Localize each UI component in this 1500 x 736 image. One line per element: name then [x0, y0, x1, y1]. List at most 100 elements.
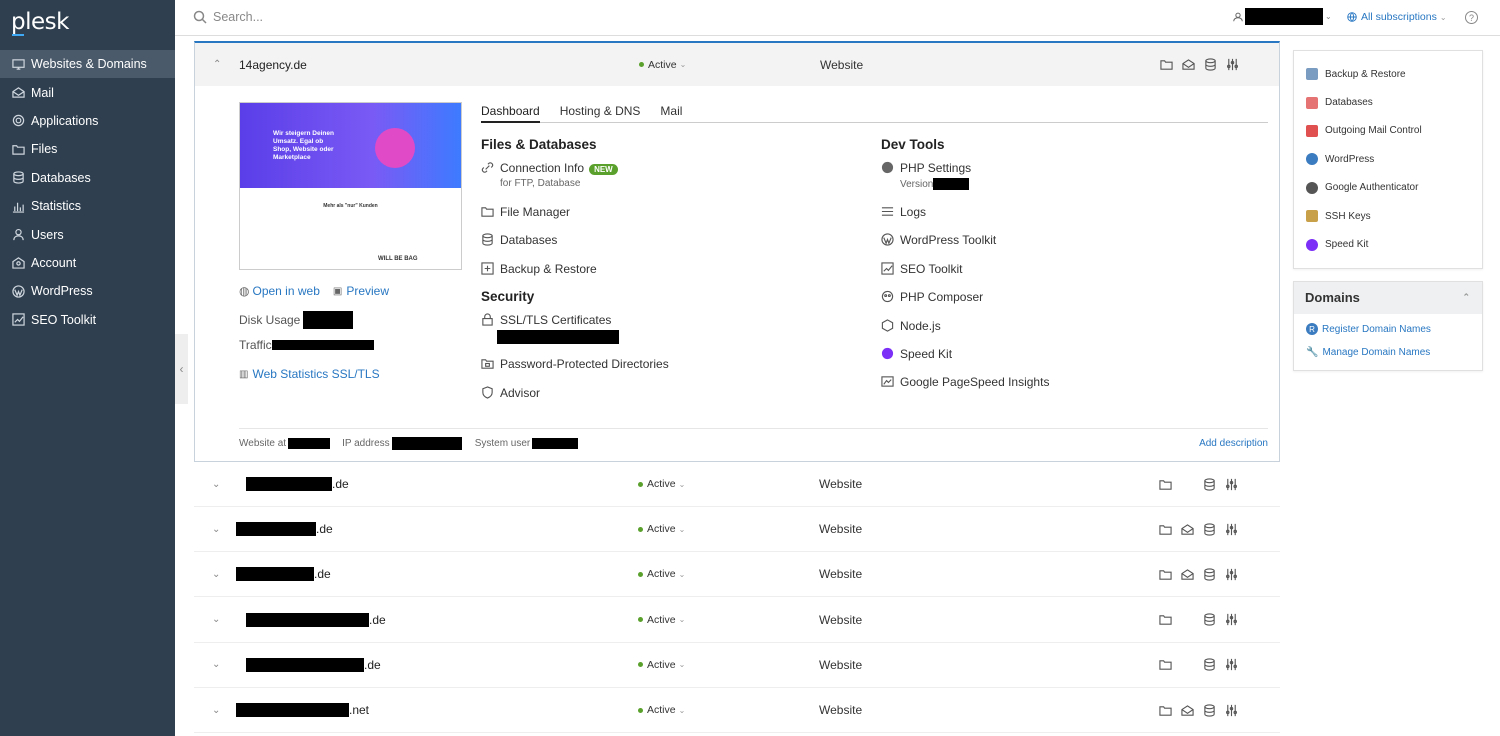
status-dropdown[interactable]: Active ⌄ — [638, 704, 685, 716]
folder-icon[interactable] — [1154, 704, 1176, 717]
mail-icon[interactable] — [1176, 704, 1198, 717]
manage-domain-link[interactable]: 🔧 Manage Domain Names — [1294, 341, 1482, 364]
chevron-down-icon[interactable]: ⌄ — [212, 569, 220, 580]
status-dropdown[interactable]: Active ⌄ — [638, 478, 685, 490]
web-statistics-link[interactable]: Web Statistics SSL/TLS — [252, 367, 379, 381]
mail-icon[interactable] — [1177, 58, 1199, 71]
wordpress-toolkit-tool[interactable]: WordPress Toolkit — [881, 233, 1049, 261]
subscriptions-dropdown[interactable]: All subscriptions ⌄ — [1347, 11, 1447, 23]
php-settings-tool[interactable]: PHP Settings Version — [881, 161, 1049, 205]
settings-sliders-icon[interactable] — [1220, 523, 1242, 536]
sidebar-item-applications[interactable]: Applications — [0, 107, 175, 135]
status-dropdown[interactable]: Active ⌄ — [638, 523, 685, 535]
database-icon[interactable] — [1198, 523, 1220, 536]
folder-icon[interactable] — [1154, 658, 1176, 671]
user-menu[interactable]: ⌄ — [1233, 8, 1332, 25]
folder-icon[interactable] — [1154, 568, 1176, 581]
status-dropdown[interactable]: Active ⌄ — [638, 659, 685, 671]
sidebar-item-websites-domains[interactable]: Websites & Domains — [0, 50, 175, 79]
seo-toolkit-tool[interactable]: SEO Toolkit — [881, 262, 1049, 290]
settings-sliders-icon[interactable] — [1220, 613, 1242, 626]
database-icon[interactable] — [1198, 613, 1220, 626]
sidebar-item-mail[interactable]: Mail — [0, 78, 175, 106]
tab-hosting-dns[interactable]: Hosting & DNS — [560, 104, 641, 123]
connection-info-tool[interactable]: Connection Info NEW for FTP, Database — [481, 161, 669, 205]
quick-tool-google-authenticator[interactable]: Google Authenticator — [1294, 174, 1482, 202]
search-box[interactable]: Search... — [193, 10, 263, 24]
speed-kit-tool[interactable]: Speed Kit — [881, 347, 1049, 375]
sidebar-item-wordpress[interactable]: WordPress — [0, 277, 175, 305]
status-dropdown[interactable]: Active ⌄ — [639, 59, 686, 71]
domain-name[interactable]: .net — [236, 703, 369, 717]
status-dropdown[interactable]: Active ⌄ — [638, 568, 685, 580]
help-icon[interactable]: ? — [1465, 11, 1478, 24]
status-dropdown[interactable]: Active ⌄ — [638, 614, 685, 626]
add-description-link[interactable]: Add description — [1199, 438, 1268, 449]
database-icon[interactable] — [1198, 703, 1220, 717]
mail-icon[interactable] — [1176, 568, 1198, 581]
quick-tool-databases[interactable]: Databases — [1294, 88, 1482, 116]
search-input[interactable]: Search... — [213, 10, 263, 24]
sidebar-item-account[interactable]: Account — [0, 249, 175, 277]
domain-name[interactable]: .de — [236, 567, 331, 582]
nodejs-tool[interactable]: Node.js — [881, 319, 1049, 347]
domain-row[interactable]: ⌄ .de Active ⌄ Website — [194, 462, 1280, 507]
chevron-up-icon[interactable]: ⌃ — [1462, 292, 1470, 303]
sidebar-item-statistics[interactable]: Statistics — [0, 192, 175, 220]
domains-panel-header[interactable]: Domains ⌃ — [1294, 281, 1482, 314]
tab-mail[interactable]: Mail — [660, 104, 682, 123]
domain-row[interactable]: ⌄ .de Active ⌄ Website — [194, 507, 1280, 553]
pagespeed-tool[interactable]: Google PageSpeed Insights — [881, 375, 1049, 403]
php-composer-tool[interactable]: PHP Composer — [881, 290, 1049, 318]
file-manager-tool[interactable]: File Manager — [481, 205, 669, 233]
domain-name[interactable]: 14agency.de — [239, 58, 307, 72]
ssl-certificates-tool[interactable]: SSL/TLS Certificates — [481, 313, 669, 357]
domain-row[interactable]: ⌄ .net Active ⌄ Website — [194, 688, 1280, 733]
databases-tool[interactable]: Databases — [481, 233, 669, 261]
sidebar-item-users[interactable]: Users — [0, 220, 175, 248]
sidebar-item-files[interactable]: Files — [0, 135, 175, 163]
database-icon[interactable] — [1198, 477, 1220, 491]
advisor-tool[interactable]: Advisor — [481, 386, 669, 414]
sidebar-item-seo-toolkit[interactable]: SEO Toolkit — [0, 306, 175, 334]
domain-row[interactable]: ⌄ .de Active ⌄ Website — [194, 552, 1280, 598]
open-in-web-link[interactable]: Open in web — [252, 284, 319, 298]
chevron-down-icon[interactable]: ⌄ — [212, 659, 220, 670]
domain-row[interactable]: ⌄ .de Active ⌄ Website — [194, 598, 1280, 643]
domain-name[interactable]: .de — [246, 477, 349, 491]
database-icon[interactable] — [1199, 58, 1221, 71]
settings-sliders-icon[interactable] — [1221, 58, 1243, 71]
chevron-up-icon[interactable]: ⌃ — [213, 59, 221, 70]
folder-icon[interactable] — [1155, 58, 1177, 71]
password-protected-dirs-tool[interactable]: Password-Protected Directories — [481, 357, 669, 385]
domain-row[interactable]: ⌄ .de Active ⌄ Website — [194, 643, 1280, 688]
mail-icon[interactable] — [1176, 523, 1198, 536]
domain-name[interactable]: .de — [236, 522, 333, 537]
logs-tool[interactable]: Logs — [881, 205, 1049, 233]
preview-link[interactable]: Preview — [346, 284, 389, 298]
tab-dashboard[interactable]: Dashboard — [481, 104, 540, 123]
quick-tool-ssh-keys[interactable]: SSH Keys — [1294, 202, 1482, 230]
database-icon[interactable] — [1198, 568, 1220, 581]
domain-name[interactable]: .de — [246, 612, 386, 627]
folder-icon[interactable] — [1154, 478, 1176, 491]
folder-icon[interactable] — [1154, 523, 1176, 536]
backup-restore-tool[interactable]: Backup & Restore — [481, 262, 669, 290]
domain-row-header[interactable]: ⌃ 14agency.de Active ⌄ Website — [195, 43, 1279, 86]
sidebar-item-databases[interactable]: Databases — [0, 164, 175, 192]
website-screenshot[interactable]: Wir steigern Deinen Umsatz. Egal ob Shop… — [239, 102, 462, 270]
settings-sliders-icon[interactable] — [1220, 478, 1242, 491]
quick-tool-wordpress[interactable]: WordPress — [1294, 145, 1482, 173]
chevron-down-icon[interactable]: ⌄ — [212, 524, 220, 535]
folder-icon[interactable] — [1154, 613, 1176, 626]
quick-tool-outgoing-mail-control[interactable]: Outgoing Mail Control — [1294, 117, 1482, 145]
settings-sliders-icon[interactable] — [1220, 658, 1242, 671]
settings-sliders-icon[interactable] — [1220, 704, 1242, 717]
chevron-down-icon[interactable]: ⌄ — [212, 705, 220, 716]
chevron-down-icon[interactable]: ⌄ — [212, 614, 220, 625]
settings-sliders-icon[interactable] — [1220, 568, 1242, 581]
quick-tool-backup-restore[interactable]: Backup & Restore — [1294, 60, 1482, 88]
chevron-down-icon[interactable]: ⌄ — [212, 479, 220, 490]
domain-name[interactable]: .de — [246, 657, 381, 672]
sidebar-collapse-handle[interactable]: ‹ — [175, 334, 188, 404]
